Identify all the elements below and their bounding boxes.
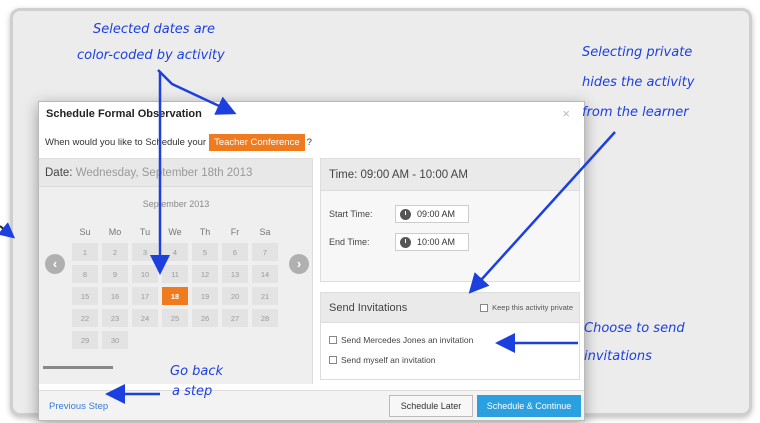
clock-icon xyxy=(400,208,411,220)
question-mark: ? xyxy=(306,137,312,148)
calendar-day[interactable]: 25 xyxy=(162,309,188,327)
schedule-continue-button[interactable]: Schedule & Continue xyxy=(477,395,581,417)
weekday-header: Tu xyxy=(139,227,151,237)
calendar-day[interactable]: 12 xyxy=(192,265,218,283)
weekday-header: Sa xyxy=(259,227,271,237)
calendar-day[interactable]: 9 xyxy=(102,265,128,283)
end-time-input[interactable]: 10:00 AM xyxy=(395,233,469,251)
calendar-day[interactable]: 26 xyxy=(192,309,218,327)
invite-learner-option[interactable]: Send Mercedes Jones an invitation xyxy=(329,335,473,345)
calendar-day[interactable]: 22 xyxy=(72,309,98,327)
schedule-dialog: Schedule Formal Observation × When would… xyxy=(38,101,585,421)
calendar-day-selected[interactable]: 18 xyxy=(162,287,188,305)
end-time-label: End Time: xyxy=(329,237,370,247)
date-label: Date: xyxy=(45,167,73,179)
start-time-input[interactable]: 09:00 AM xyxy=(395,205,469,223)
end-time-value: 10:00 AM xyxy=(417,237,456,247)
calendar-day[interactable]: 29 xyxy=(72,331,98,349)
annotation-line: Selected dates are xyxy=(93,22,216,37)
calendar-week: 15 16 17 18 19 20 21 xyxy=(72,287,278,305)
annotation-invite: Choose to send invitations xyxy=(584,315,685,371)
dialog-title: Schedule Formal Observation xyxy=(46,108,202,120)
close-icon[interactable]: × xyxy=(562,106,570,121)
annotation-private: Selecting private hides the activity fro… xyxy=(582,38,694,128)
date-panel: Date: Wednesday, September 18th 2013 Sep… xyxy=(39,158,313,384)
start-time-label: Start Time: xyxy=(329,209,373,219)
annotation-line: invitations xyxy=(584,349,652,364)
calendar-day[interactable]: 1 xyxy=(72,243,98,261)
calendar-day[interactable]: 16 xyxy=(102,287,128,305)
start-time-value: 09:00 AM xyxy=(417,209,456,219)
time-header: Time: 09:00 AM - 10:00 AM xyxy=(321,159,579,191)
annotation-line: from the learner xyxy=(582,105,689,120)
weekday-header: Fr xyxy=(230,227,240,237)
calendar-day[interactable]: 20 xyxy=(222,287,248,305)
schedule-question: When would you like to Schedule your Tea… xyxy=(45,134,312,151)
invite-self-checkbox[interactable] xyxy=(329,356,337,364)
calendar-day[interactable]: 6 xyxy=(222,243,248,261)
clock-icon xyxy=(400,236,411,248)
weekday-header: Su xyxy=(79,227,91,237)
weekday-header: Mo xyxy=(108,227,122,237)
time-panel: Time: 09:00 AM - 10:00 AM Start Time: 09… xyxy=(320,158,580,282)
annotation-line: color-coded by activity xyxy=(77,47,225,63)
calendar-day[interactable]: 3 xyxy=(132,243,158,261)
invite-self-label: Send myself an invitation xyxy=(341,355,436,365)
calendar-day[interactable]: 24 xyxy=(132,309,158,327)
calendar-day[interactable]: 14 xyxy=(252,265,278,283)
calendar-day[interactable]: 5 xyxy=(192,243,218,261)
calendar-day[interactable]: 17 xyxy=(132,287,158,305)
calendar-day[interactable]: 23 xyxy=(102,309,128,327)
question-text: When would you like to Schedule your xyxy=(45,137,207,148)
date-value: Wednesday, September 18th 2013 xyxy=(75,167,253,179)
previous-step-link[interactable]: Previous Step xyxy=(49,401,108,412)
weekday-header: Th xyxy=(199,227,211,237)
calendar-day[interactable]: 21 xyxy=(252,287,278,305)
calendar-week: 29 30 xyxy=(72,331,278,349)
calendar-day[interactable]: 28 xyxy=(252,309,278,327)
calendar-day[interactable]: 19 xyxy=(192,287,218,305)
annotation-line: Selecting private xyxy=(582,45,693,60)
invite-learner-label: Send Mercedes Jones an invitation xyxy=(341,335,474,345)
private-checkbox[interactable] xyxy=(480,303,489,312)
activity-tag: Teacher Conference xyxy=(209,134,305,151)
dialog-footer: Previous Step Schedule Later Schedule & … xyxy=(39,390,584,420)
calendar-week: 1234567 xyxy=(72,243,278,261)
calendar-day[interactable]: 11 xyxy=(162,265,188,283)
invite-self-option[interactable]: Send myself an invitation xyxy=(329,355,436,365)
end-time-row: End Time: 10:00 AM xyxy=(329,233,469,251)
calendar-day[interactable]: 30 xyxy=(102,331,128,349)
invitations-title: Send Invitations xyxy=(329,301,408,314)
prev-month-icon[interactable]: ‹ xyxy=(45,254,65,274)
calendar-day[interactable]: 2 xyxy=(102,243,128,261)
calendar-week: 22 23 24 25 26 27 28 xyxy=(72,309,278,327)
invitations-panel: Send Invitations Keep this activity priv… xyxy=(320,292,580,380)
scrollbar[interactable] xyxy=(43,366,113,369)
start-time-row: Start Time: 09:00 AM xyxy=(329,205,469,223)
invite-learner-checkbox[interactable] xyxy=(329,336,337,344)
weekday-header: We xyxy=(168,227,182,237)
calendar-day[interactable]: 8 xyxy=(72,265,98,283)
calendar-day[interactable]: 27 xyxy=(222,309,248,327)
calendar-grid: Su Mo Tu We Th Fr Sa 1 2 3 4 5 6 7 8 9 10 11 12 13 14 15 16 17… xyxy=(68,221,282,353)
calendar-day[interactable]: 15 xyxy=(72,287,98,305)
schedule-later-button[interactable]: Schedule Later xyxy=(389,395,473,417)
annotation-line: Choose to send xyxy=(584,321,685,336)
calendar-day[interactable]: 10 xyxy=(132,265,158,283)
date-header: Date: Wednesday, September 18th 2013 xyxy=(39,159,312,187)
annotation-line: a step xyxy=(172,384,213,399)
annotation-back: Go back a step xyxy=(170,362,223,402)
invitations-header: Send Invitations Keep this activity priv… xyxy=(321,293,579,323)
calendar-day[interactable]: 7 xyxy=(252,243,278,261)
annotation-line: hides the activity xyxy=(582,75,695,90)
month-label: September 2013 xyxy=(142,199,210,209)
next-month-icon[interactable]: › xyxy=(289,254,309,274)
calendar-week: 8 9 10 11 12 13 14 xyxy=(72,265,278,283)
private-option[interactable]: Keep this activity private xyxy=(480,303,573,312)
calendar-day[interactable]: 13 xyxy=(222,265,248,283)
annotation-line: Go back xyxy=(170,364,224,379)
calendar-day[interactable]: 4 xyxy=(162,243,188,261)
annotation-colors: Selected dates are color-coded by activi… xyxy=(77,22,225,63)
private-label: Keep this activity private xyxy=(492,303,573,312)
